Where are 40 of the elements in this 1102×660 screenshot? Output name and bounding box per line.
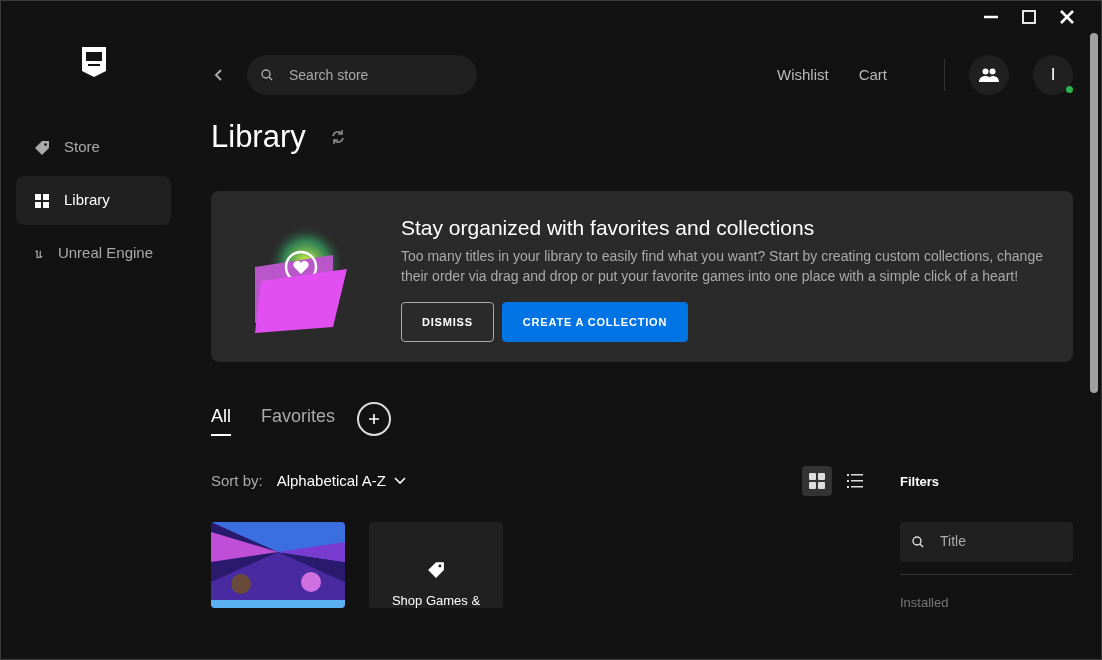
sidebar-item[interactable]: Library bbox=[16, 176, 171, 225]
grid-icon bbox=[808, 472, 826, 491]
friends-icon bbox=[979, 68, 999, 82]
nav-link[interactable]: Wishlist bbox=[777, 63, 829, 87]
shop-tile[interactable]: Shop Games & bbox=[369, 522, 503, 609]
title-filter-box[interactable]: Title bbox=[900, 521, 1073, 562]
search-box[interactable]: Search store bbox=[247, 55, 477, 95]
avatar-button[interactable]: I bbox=[1033, 55, 1073, 95]
dismiss-button[interactable]: DISMISS bbox=[401, 302, 494, 343]
page-title: Library bbox=[211, 118, 306, 156]
sort-label: Sort by: bbox=[211, 471, 263, 492]
tile-label: Shop Games & bbox=[391, 593, 481, 609]
refresh-icon[interactable] bbox=[329, 128, 346, 145]
list-icon bbox=[846, 472, 864, 491]
filter-section-label[interactable]: Installed bbox=[900, 592, 1073, 613]
tab[interactable]: All bbox=[211, 402, 231, 436]
maximize-icon[interactable] bbox=[1019, 7, 1039, 27]
plus-icon bbox=[368, 413, 381, 426]
chevron-down-icon bbox=[393, 477, 406, 486]
scrollbar[interactable] bbox=[1090, 33, 1098, 393]
search-icon bbox=[912, 535, 924, 548]
tab[interactable]: Favorites bbox=[261, 402, 336, 436]
search-icon bbox=[261, 69, 273, 81]
filters-title: Filters bbox=[900, 473, 940, 492]
grid-view-button[interactable] bbox=[802, 466, 832, 497]
banner-text: Too many titles in your library to easily find what you want? Start by creating custom collections, change their order via drag and drop or put your favorite games into one place with a simple click of a heart! bbox=[401, 247, 1044, 287]
sort-dropdown[interactable]: Alphabetical A-Z bbox=[270, 469, 412, 494]
add-collection-button[interactable] bbox=[357, 402, 392, 437]
tag-icon bbox=[427, 561, 445, 580]
banner-title: Stay organized with favorites and collections bbox=[401, 215, 816, 241]
title-filter-field[interactable]: Title bbox=[938, 530, 1048, 554]
create-collection-button[interactable]: CREATE A COLLECTION bbox=[501, 302, 689, 343]
tag-icon bbox=[34, 139, 50, 156]
sidebar-item[interactable]: Store bbox=[16, 123, 171, 172]
sidebar-item[interactable]: Unreal Engine bbox=[16, 229, 171, 278]
friends-button[interactable] bbox=[969, 55, 1009, 95]
search-field[interactable]: Search store bbox=[287, 63, 447, 87]
nav-link[interactable]: Cart bbox=[858, 63, 887, 87]
grid-icon bbox=[34, 192, 50, 209]
epic-logo[interactable] bbox=[80, 45, 108, 79]
